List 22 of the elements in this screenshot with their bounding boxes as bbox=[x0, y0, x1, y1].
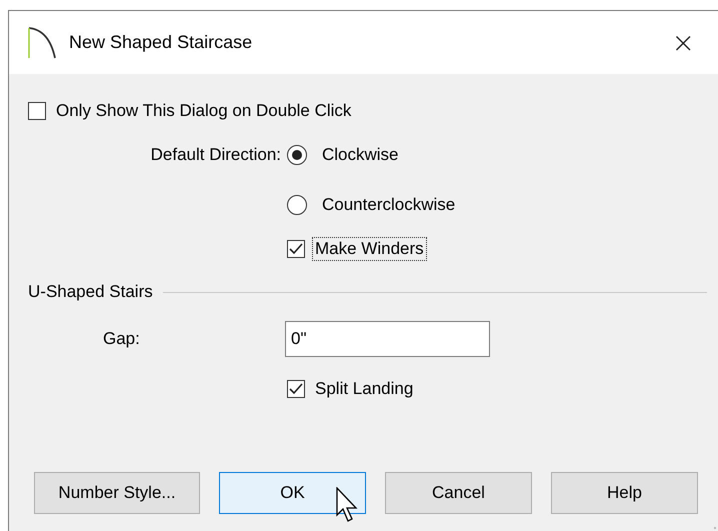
radio-label: Counterclockwise bbox=[322, 195, 456, 215]
radio-button[interactable] bbox=[287, 195, 307, 215]
checkbox-label: Make Winders bbox=[313, 238, 426, 260]
window-title: New Shaped Staircase bbox=[69, 32, 252, 53]
close-button[interactable]: × bbox=[668, 28, 699, 56]
arc-icon bbox=[27, 26, 57, 60]
group-title: U-Shaped Stairs bbox=[28, 282, 153, 302]
gap-field[interactable]: 0" bbox=[285, 321, 490, 357]
checkbox-label: Split Landing bbox=[314, 378, 414, 400]
checkbox-label: Only Show This Dialog on Double Click bbox=[55, 100, 352, 122]
dialog-button[interactable]: Number Style... bbox=[34, 472, 200, 514]
field-label: Gap: bbox=[102, 329, 141, 349]
dialog-button[interactable]: OK bbox=[219, 472, 366, 514]
mouse-pointer-icon bbox=[336, 487, 360, 525]
checkbox[interactable] bbox=[287, 240, 305, 258]
checkbox[interactable] bbox=[28, 102, 46, 120]
radio-button[interactable] bbox=[287, 145, 307, 165]
checkbox[interactable] bbox=[287, 380, 305, 398]
dialog-button[interactable]: Help bbox=[551, 472, 698, 514]
dialog-button[interactable]: Cancel bbox=[385, 472, 532, 514]
field-label: Default Direction: bbox=[150, 145, 281, 165]
radio-label: Clockwise bbox=[322, 145, 399, 165]
